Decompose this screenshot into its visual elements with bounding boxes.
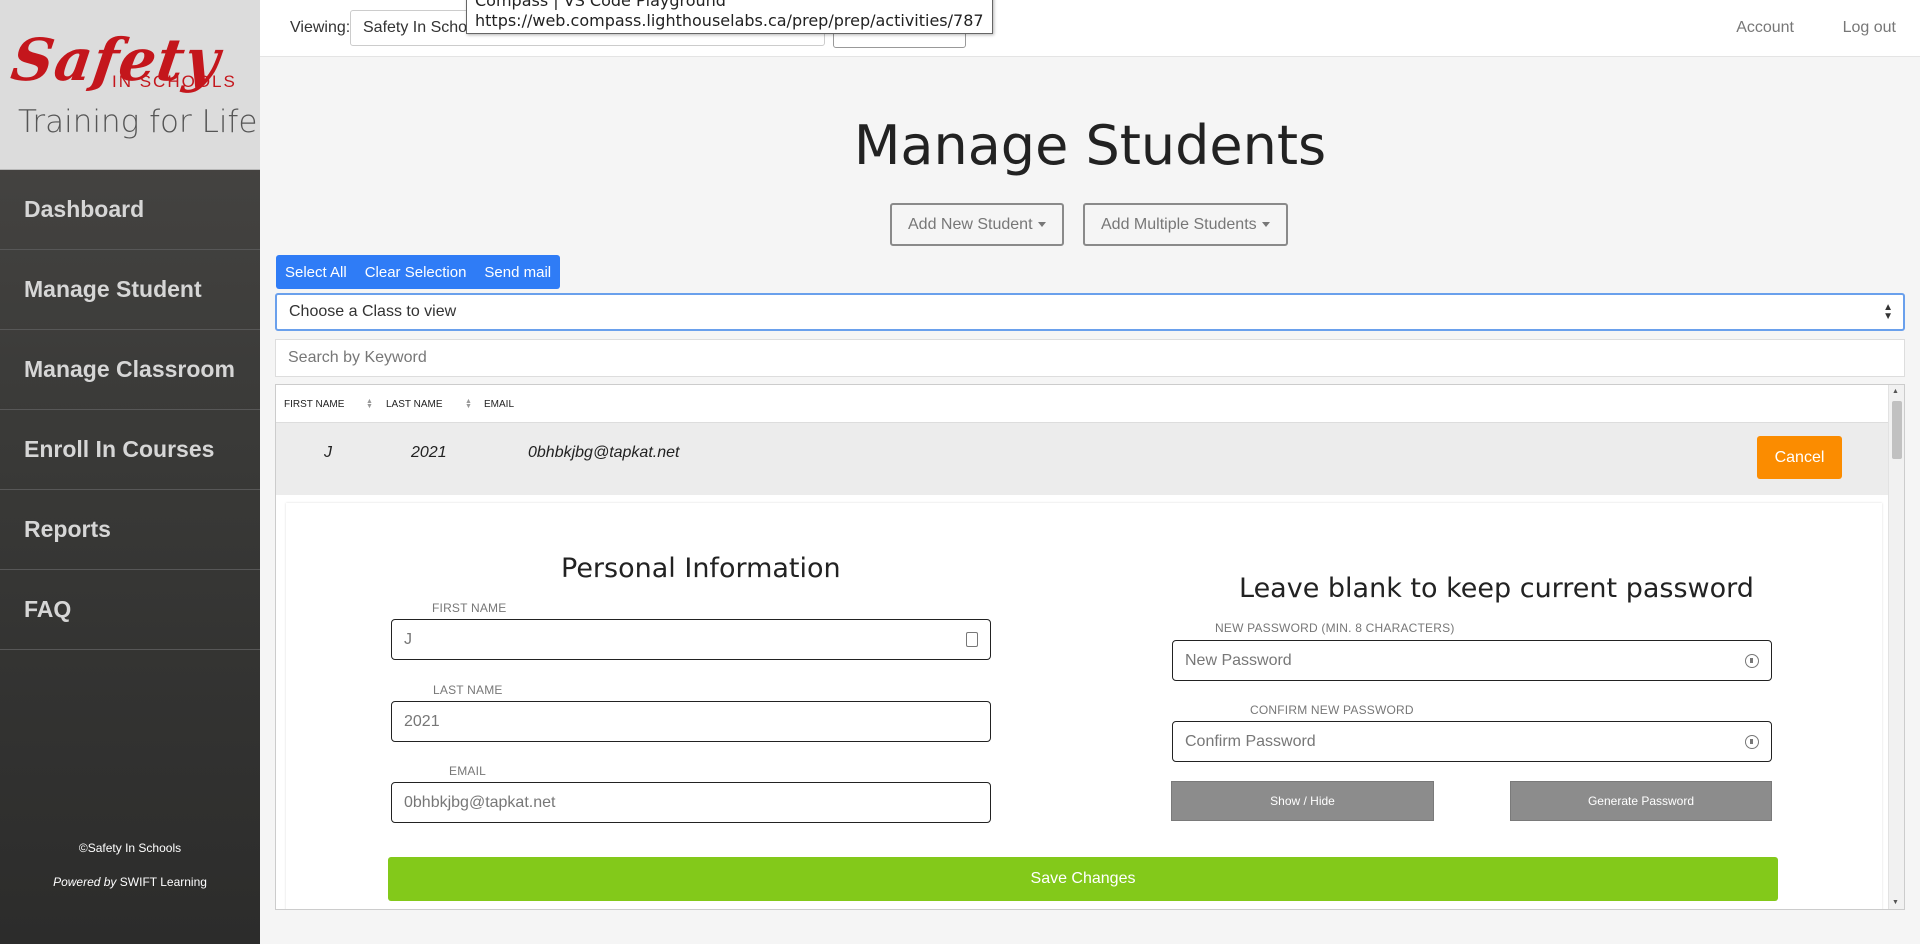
first-name-field[interactable]: J <box>391 619 991 660</box>
scroll-up-icon[interactable]: ▲ <box>1892 388 1899 395</box>
column-header-last-name[interactable]: LAST NAME <box>386 399 443 410</box>
first-name-label: FIRST NAME <box>432 601 507 615</box>
email-label: EMAIL <box>449 764 487 778</box>
sidebar-item-label: Enroll In Courses <box>24 436 215 462</box>
send-mail-button[interactable]: Send mail <box>475 255 560 289</box>
class-select-value: Choose a Class to view <box>289 303 457 320</box>
sort-icon[interactable]: ▲ ▼ <box>366 398 373 410</box>
edit-student-panel: Personal Information FIRST NAME J LAST N… <box>286 503 1882 909</box>
generate-password-button[interactable]: Generate Password <box>1510 781 1772 821</box>
tooltip-url: https://web.compass.lighthouselabs.ca/pr… <box>475 11 984 30</box>
clear-selection-button[interactable]: Clear Selection <box>356 255 476 289</box>
select-arrows-icon: ▲ ▼ <box>1883 302 1893 322</box>
confirm-password-label: CONFIRM NEW PASSWORD <box>1250 703 1414 717</box>
last-name-field[interactable]: 2021 <box>391 701 991 742</box>
cell-last-name: 2021 <box>411 444 447 461</box>
confirm-password-placeholder: Confirm Password <box>1185 732 1316 750</box>
caret-down-icon <box>1261 222 1270 227</box>
new-password-field[interactable]: New Password <box>1172 640 1772 681</box>
table-header: FIRST NAME ▲ ▼ LAST NAME ▲ ▼ EMAIL <box>276 385 1888 423</box>
powered-by-prefix: Powered by <box>53 875 117 889</box>
column-header-email[interactable]: EMAIL <box>484 399 514 410</box>
scrollbar-thumb[interactable] <box>1892 401 1902 459</box>
powered-by-link[interactable]: SWIFT Learning <box>120 875 207 889</box>
sidebar-item-label: Manage Student <box>24 276 202 302</box>
sidebar-item-label: Reports <box>24 516 111 542</box>
sidebar: Safety IN SCHOOLS Training for Life Dash… <box>0 0 260 944</box>
sidebar-item-label: Dashboard <box>24 196 145 222</box>
first-name-value: J <box>404 630 412 648</box>
bulk-action-group: Select All Clear Selection Send mail <box>276 255 561 289</box>
account-link[interactable]: Account <box>1736 19 1794 37</box>
confirm-password-field[interactable]: Confirm Password <box>1172 721 1772 762</box>
column-header-first-name[interactable]: FIRST NAME <box>284 399 344 410</box>
table-row[interactable]: J 2021 0bhbkjbg@tapkat.net Cancel <box>276 423 1888 495</box>
new-password-label: NEW PASSWORD (MIN. 8 CHARACTERS) <box>1215 621 1455 635</box>
contact-card-icon[interactable] <box>966 632 978 647</box>
caret-down-icon <box>1037 222 1046 227</box>
select-all-button[interactable]: Select All <box>276 255 356 289</box>
password-key-icon[interactable] <box>1745 735 1759 749</box>
sidebar-item-manage-classroom[interactable]: Manage Classroom <box>0 330 260 410</box>
add-new-student-dropdown[interactable]: Add New Student <box>890 203 1064 246</box>
show-hide-password-button[interactable]: Show / Hide <box>1171 781 1434 821</box>
brand-logo[interactable]: Safety IN SCHOOLS Training for Life <box>0 0 260 170</box>
cancel-button[interactable]: Cancel <box>1757 436 1842 479</box>
sort-icon[interactable]: ▲ ▼ <box>465 398 472 410</box>
logout-link[interactable]: Log out <box>1843 19 1896 37</box>
sidebar-item-manage-student[interactable]: Manage Student <box>0 250 260 330</box>
table-scrollbar[interactable]: ▲ ▼ <box>1888 385 1904 909</box>
last-name-label: LAST NAME <box>433 683 503 697</box>
sidebar-item-enroll-in-courses[interactable]: Enroll In Courses <box>0 410 260 490</box>
password-heading: Leave blank to keep current password <box>1239 573 1754 604</box>
sidebar-item-faq[interactable]: FAQ <box>0 570 260 650</box>
add-multiple-students-label: Add Multiple Students <box>1101 215 1257 233</box>
new-password-placeholder: New Password <box>1185 651 1292 669</box>
link-tooltip: Compass | VS Code Playground https://web… <box>466 0 993 34</box>
logo-tagline: Training for Life <box>18 104 258 140</box>
sidebar-item-dashboard[interactable]: Dashboard <box>0 170 260 250</box>
cell-email: 0bhbkjbg@tapkat.net <box>528 444 680 461</box>
password-key-icon[interactable] <box>1745 654 1759 668</box>
class-select[interactable]: Choose a Class to view ▲ ▼ <box>275 293 1905 331</box>
personal-info-heading: Personal Information <box>561 553 841 584</box>
keyword-search-input[interactable] <box>275 339 1905 377</box>
logo-subtitle: IN SCHOOLS <box>112 72 237 91</box>
sidebar-item-label: Manage Classroom <box>24 356 235 382</box>
email-field[interactable]: 0bhbkjbg@tapkat.net <box>391 782 991 823</box>
email-value: 0bhbkjbg@tapkat.net <box>404 793 556 811</box>
tooltip-title: Compass | VS Code Playground <box>475 0 726 10</box>
viewing-label: Viewing: <box>290 19 351 36</box>
add-multiple-students-dropdown[interactable]: Add Multiple Students <box>1083 203 1288 246</box>
save-changes-button[interactable]: Save Changes <box>388 857 1778 901</box>
cell-first-name: J <box>324 444 332 461</box>
page-title: Manage Students <box>853 114 1327 177</box>
copyright-text: ©Safety In Schools <box>78 841 182 855</box>
sidebar-item-reports[interactable]: Reports <box>0 490 260 570</box>
powered-by: Powered by SWIFT Learning <box>0 875 260 889</box>
last-name-value: 2021 <box>404 712 440 730</box>
students-table: FIRST NAME ▲ ▼ LAST NAME ▲ ▼ EMAIL J 2021 … <box>275 384 1905 910</box>
scroll-down-icon[interactable]: ▼ <box>1892 899 1899 906</box>
sidebar-item-label: FAQ <box>24 596 72 622</box>
add-new-student-label: Add New Student <box>908 215 1033 233</box>
